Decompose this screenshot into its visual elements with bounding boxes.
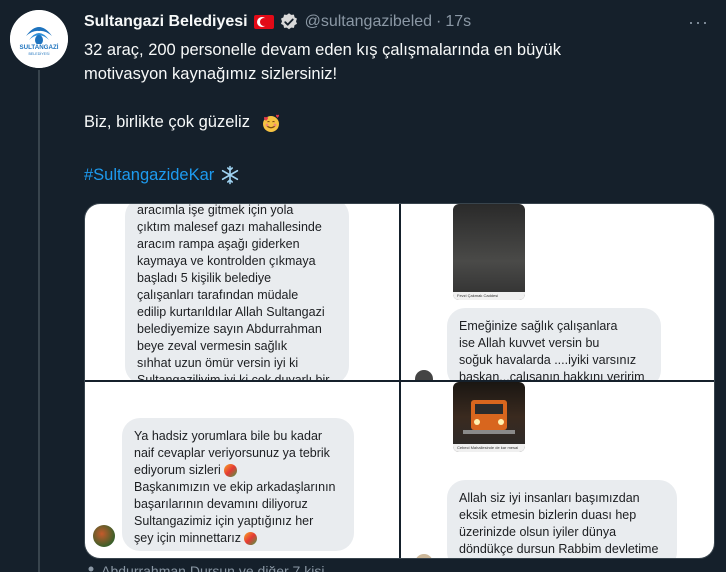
tweet-header: Sultangazi Belediyesi @sultangazibeled ·… (84, 11, 471, 33)
author-name[interactable]: Sultangazi Belediyesi (84, 13, 248, 31)
comment-line: başladı 5 kişilik belediye (137, 271, 272, 285)
comment-bubble: Allah siz iyi insanları başımızdan eksik… (447, 480, 677, 558)
comment-line: edilip kurtarıldılar Allah Sultangazi (137, 305, 325, 319)
comment-line: Ya hadsiz yorumlara bile bu kadar (134, 429, 323, 443)
heart-emoji-icon (224, 464, 238, 478)
commenter-avatar (415, 554, 433, 558)
tweet-text: 32 araç, 200 personelle devam eden kış ç… (84, 38, 704, 134)
smiling-face-with-hearts-icon (262, 114, 279, 132)
comment-line: soğuk havalarda ....iyiki varsınız (459, 353, 637, 367)
avatar-logo-text: SULTANGAZİ (20, 44, 59, 51)
comment-line: sıhhat uzun ömür versin iyi ki (137, 356, 299, 370)
comment-bubble: Ya hadsiz yorumlara bile bu kadar naif c… (122, 418, 354, 551)
comment-line: belediyemize sayın Abdurrahman (137, 322, 322, 336)
heart-emoji-icon (244, 532, 258, 546)
photo-caption: Fevzi Çakmak Caddesi (453, 292, 525, 300)
sultangazi-logo-icon: SULTANGAZİ BELEDİYESİ (10, 10, 68, 68)
avatar-logo-subtext: BELEDİYESİ (29, 51, 50, 56)
snow-truck-icon (463, 400, 515, 434)
photo-caption: Cebeci Mahallesinde de kar mesai (453, 444, 525, 452)
comment-line: şey için minnettarız (134, 531, 241, 545)
comment-line: döndükçe dursun Rabbim devletime (459, 542, 659, 556)
comment-line: çıktım malesef gazı mahallesinde (137, 220, 322, 234)
verified-badge-icon (280, 13, 297, 30)
more-options-icon[interactable]: ··· (688, 12, 709, 33)
tweet-text-line: motivasyon kaynağımız sizlersiniz! (84, 65, 338, 83)
comment-line: ise Allah kuvvet versin bu (459, 336, 600, 350)
comment-line: üzerinizde olsun iyiler dünya (459, 525, 617, 539)
comment-line: aracımla işe gitmek için yola (137, 204, 294, 217)
comment-line: Allah siz iyi insanları başımızdan (459, 491, 640, 505)
commenter-avatar (415, 370, 433, 380)
tweet-text-line: Biz, birlikte çok güzeliz (84, 113, 250, 131)
commenter-avatar (93, 525, 115, 547)
comment-line: başarılarının devamını diliyoruz (134, 497, 308, 511)
thread-line (38, 70, 40, 572)
header-separator: · (436, 13, 442, 30)
snowflake-icon (222, 165, 239, 185)
snow-truck-photo: Cebeci Mahallesinde de kar mesai (453, 382, 525, 452)
tweet-text-line: 32 araç, 200 personelle devam eden kış ç… (84, 41, 561, 59)
author-handle[interactable]: @sultangazibeled (305, 13, 432, 31)
comment-line: beye zeval vermesin sağlık (137, 339, 288, 353)
media-image-1[interactable]: aracımla işe gitmek için yola çıktım mal… (85, 204, 399, 380)
person-icon (88, 566, 94, 572)
media-image-3[interactable]: Ya hadsiz yorumlara bile bu kadar naif c… (85, 382, 399, 558)
comment-line: başkan...çalışanın hakkını veririm (459, 370, 645, 380)
comment-line: Başkanımızın ve ekip arkadaşlarının (134, 480, 336, 494)
street-photo: Fevzi Çakmak Caddesi (453, 204, 525, 300)
hashtag-line: #SultangazideKar (84, 163, 240, 187)
comment-bubble: aracımla işe gitmek için yola çıktım mal… (125, 204, 349, 380)
comment-line-emoji: şey için minnettarız (134, 530, 342, 547)
comment-line-emoji: ediyorum sizleri (134, 462, 342, 479)
comment-line: ediyorum sizleri (134, 463, 221, 477)
tagged-users-text[interactable]: Abdurrahman Dursun ve diğer 7 kişi (101, 563, 324, 572)
tweet-timestamp[interactable]: 17s (445, 13, 471, 31)
comment-line: Emeğinize sağlık çalışanlara (459, 319, 618, 333)
tweet[interactable]: SULTANGAZİ BELEDİYESİ Sultangazi Belediy… (0, 0, 726, 572)
comment-line: kaymaya ve kontrolden çıkmaya (137, 254, 316, 268)
media-image-2[interactable]: Fevzi Çakmak Caddesi Emeğinize sağlık ça… (401, 204, 714, 380)
comment-line: çalışanları tarafından müdale (137, 288, 299, 302)
comment-line: aracım rampa aşağı giderken (137, 237, 300, 251)
comment-line: naif cevaplar veriyorsunuz ya tebrik (134, 446, 330, 460)
comment-line: Sultangaziliyim iyi ki çok duyarlı bir (137, 373, 330, 380)
author-avatar[interactable]: SULTANGAZİ BELEDİYESİ (10, 10, 68, 68)
media-grid[interactable]: aracımla işe gitmek için yola çıktım mal… (84, 203, 715, 559)
comment-line: Sultangazimiz için yaptığınız her (134, 514, 314, 528)
tagged-users[interactable]: Abdurrahman Dursun ve diğer 7 kişi (84, 563, 324, 572)
comment-bubble: Emeğinize sağlık çalışanlara ise Allah k… (447, 308, 661, 380)
turkey-flag-icon (253, 15, 274, 29)
hashtag-link[interactable]: #SultangazideKar (84, 163, 214, 187)
media-image-4[interactable]: Cebeci Mahallesinde de kar mesai Allah s… (401, 382, 714, 558)
comment-line: eksik etmesin bizlerin duası hep (459, 508, 637, 522)
tweet-text-line-emoji: Biz, birlikte çok güzeliz (84, 110, 704, 134)
